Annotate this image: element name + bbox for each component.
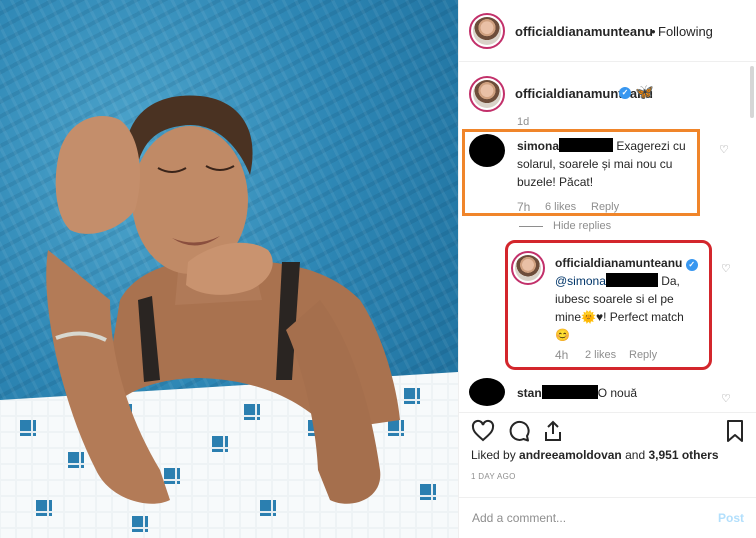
comment-composer: Add a comment... Post bbox=[459, 497, 756, 538]
post-comment-button[interactable]: Post bbox=[718, 511, 744, 525]
next-commenter-avatar[interactable] bbox=[469, 378, 505, 406]
author-avatar[interactable] bbox=[469, 13, 505, 49]
reply-age: 4h bbox=[555, 348, 569, 362]
post-photo[interactable] bbox=[0, 0, 458, 538]
reply-reply-button[interactable]: Reply bbox=[629, 349, 657, 361]
liked-by-user[interactable]: andreeamoldovan bbox=[519, 448, 622, 462]
post-actions: Liked by andreeamoldovan and 3,951 other… bbox=[459, 412, 756, 538]
reply-mention[interactable]: @simona bbox=[555, 274, 606, 288]
redaction-bar bbox=[541, 385, 598, 399]
following-button[interactable]: Following bbox=[658, 24, 713, 39]
reply-text-line3-end: ♥! Perfect match bbox=[595, 310, 684, 324]
post-header: officialdianamunteanu • Following bbox=[459, 0, 756, 62]
liked-by-and: and bbox=[625, 448, 646, 462]
comment-body: simona Exagerezi cu solarul, soarele și … bbox=[517, 137, 697, 191]
reply-verified-icon: ✓ bbox=[685, 259, 698, 271]
liked-by-prefix: Liked by bbox=[471, 448, 516, 462]
redaction-bar bbox=[559, 138, 614, 152]
comment-text-line3: buzele! Păcat! bbox=[517, 175, 594, 189]
bookmark-icon[interactable] bbox=[723, 419, 747, 443]
comment-age: 7h bbox=[517, 200, 531, 214]
next-comment-body: stan O nouă bbox=[517, 384, 697, 402]
comment-input[interactable]: Add a comment... bbox=[472, 511, 566, 525]
photo-illustration bbox=[0, 95, 458, 538]
caption-avatar[interactable] bbox=[469, 76, 505, 112]
reply-body: officialdianamunteanu ✓ @simona Da, iube… bbox=[555, 254, 715, 344]
like-next-comment-icon[interactable]: ♡ bbox=[721, 392, 731, 405]
comment-reply-button[interactable]: Reply bbox=[591, 201, 619, 213]
hide-replies-button[interactable]: Hide replies bbox=[519, 220, 611, 232]
post-date[interactable]: 1 DAY AGO bbox=[471, 472, 516, 481]
next-comment-text: O nouă bbox=[597, 386, 638, 400]
reply-text-line3-start: mine bbox=[555, 310, 582, 324]
post-sidebar: officialdianamunteanu • Following offici… bbox=[458, 0, 756, 538]
share-icon[interactable] bbox=[541, 419, 565, 443]
author-username[interactable]: officialdianamunteanu bbox=[515, 24, 653, 39]
follow-separator: • bbox=[651, 24, 656, 39]
liked-by-others[interactable]: 3,951 others bbox=[648, 448, 718, 462]
comment-likes[interactable]: 6 likes bbox=[545, 201, 576, 213]
verified-icon: ✓ bbox=[619, 87, 631, 99]
heart-icon[interactable] bbox=[471, 419, 495, 443]
reply-text-line1: Da, bbox=[661, 274, 680, 288]
like-comment-icon[interactable]: ♡ bbox=[719, 143, 729, 156]
commenter-avatar[interactable] bbox=[469, 134, 505, 167]
smile-emoji: 😊 bbox=[555, 328, 570, 342]
reply-username[interactable]: officialdianamunteanu bbox=[555, 256, 682, 270]
like-reply-icon[interactable]: ♡ bbox=[721, 262, 731, 275]
next-comment-username[interactable]: stan bbox=[517, 386, 542, 400]
caption-age: 1d bbox=[517, 116, 530, 128]
comment-text-line2: solarul, soarele și mai nou cu bbox=[517, 157, 673, 171]
reply-likes[interactable]: 2 likes bbox=[585, 349, 616, 361]
caption-username[interactable]: officialdianamunteanu bbox=[515, 86, 653, 101]
reply-text-line2: iubesc soarele si el pe bbox=[555, 292, 674, 306]
comment-icon[interactable] bbox=[507, 419, 531, 443]
butterfly-emoji: 🦋 bbox=[635, 84, 654, 101]
comment-text-line1: Exagerezi cu bbox=[616, 139, 686, 153]
reply-avatar[interactable] bbox=[511, 251, 545, 285]
sun-emoji: 🌞 bbox=[581, 310, 596, 324]
redaction-bar bbox=[605, 273, 658, 287]
comment-username[interactable]: simona bbox=[517, 139, 559, 153]
liked-by: Liked by andreeamoldovan and 3,951 other… bbox=[471, 448, 719, 462]
comments-scrollbar[interactable] bbox=[750, 66, 754, 118]
